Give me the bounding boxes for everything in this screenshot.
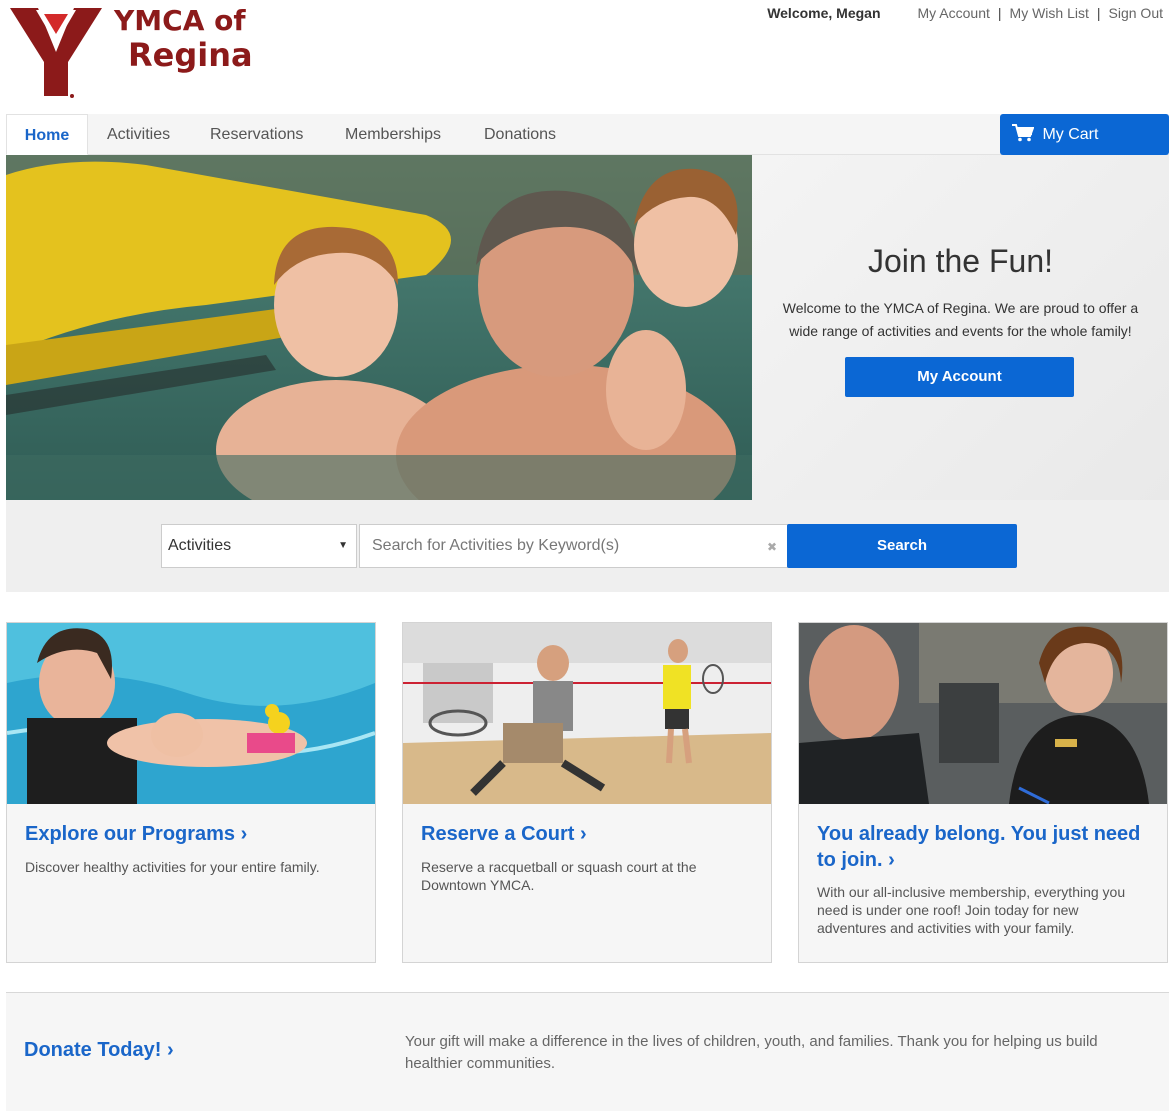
wish-list-link[interactable]: My Wish List: [1010, 5, 1089, 21]
card-description: Discover healthy activities for your ent…: [25, 859, 320, 875]
card-description: With our all-inclusive membership, every…: [817, 884, 1126, 936]
membership-card[interactable]: You already belong. You just need to joi…: [798, 622, 1168, 963]
donate-section: Donate Today! › Your gift will make a di…: [6, 993, 1169, 1111]
swim-lesson-image: [7, 623, 375, 804]
search-input[interactable]: Search for Activities by Keyword(s) ✖: [359, 524, 788, 568]
logo-line1: YMCA of: [114, 4, 246, 37]
chevron-right-icon: ›: [579, 823, 587, 845]
membership-image: [799, 623, 1167, 804]
hero-title: Join the Fun!: [868, 243, 1053, 279]
search-category-select[interactable]: Activities ▼: [161, 524, 357, 568]
tab-activities[interactable]: Activities: [107, 114, 170, 155]
hero-description: Welcome to the YMCA of Regina. We are pr…: [782, 300, 1139, 339]
programs-card[interactable]: Explore our Programs › Discover healthy …: [6, 622, 376, 963]
court-card[interactable]: Reserve a Court › Reserve a racquetball …: [402, 622, 772, 963]
court-title: Reserve a Court: [421, 823, 575, 845]
ymca-logo[interactable]: YMCA of Regina: [10, 4, 253, 100]
hero-image: [6, 155, 752, 500]
select-value: Activities: [168, 537, 232, 554]
card-title[interactable]: Explore our Programs ›: [25, 821, 355, 847]
my-cart-button[interactable]: My Cart: [1000, 114, 1169, 155]
chevron-right-icon: ›: [166, 1039, 174, 1061]
my-account-button[interactable]: My Account: [845, 357, 1074, 397]
main-nav: Home Activities Reservations Memberships…: [6, 114, 1169, 155]
logo-line2: Regina: [128, 36, 253, 74]
search-placeholder: Search for Activities by Keyword(s): [372, 537, 620, 554]
link-separator: |: [997, 5, 1002, 21]
ymca-y-icon: [10, 8, 102, 98]
account-links: Welcome, Megan My Account | My Wish List…: [767, 5, 1163, 21]
membership-title: You already belong. You just need to joi…: [817, 823, 1141, 871]
squash-court-image: [403, 623, 771, 804]
search-bar: Activities ▼ Search for Activities by Ke…: [6, 500, 1169, 592]
cart-label: My Cart: [1042, 126, 1099, 143]
donate-link[interactable]: Donate Today! ›: [24, 1039, 174, 1062]
tab-donations[interactable]: Donations: [484, 114, 556, 155]
chevron-right-icon: ›: [240, 823, 248, 845]
welcome-message: Welcome, Megan: [767, 5, 881, 21]
link-separator: |: [1096, 5, 1101, 21]
logo-wordmark: YMCA of Regina: [114, 4, 253, 72]
sign-out-link[interactable]: Sign Out: [1109, 5, 1163, 21]
card-description: Reserve a racquetball or squash court at…: [421, 859, 697, 893]
programs-title: Explore our Programs: [25, 823, 236, 845]
tab-home[interactable]: Home: [6, 114, 88, 155]
clear-icon[interactable]: ✖: [767, 526, 777, 568]
hero-panel: Join the Fun! Welcome to the YMCA of Reg…: [752, 155, 1169, 500]
chevron-right-icon: ›: [888, 849, 895, 871]
chevron-down-icon: ▼: [338, 540, 348, 551]
donate-description: Your gift will make a difference in the …: [405, 1033, 1098, 1072]
my-account-link[interactable]: My Account: [918, 5, 990, 21]
card-title[interactable]: You already belong. You just need to joi…: [817, 821, 1147, 873]
site-header: YMCA of Regina Welcome, Megan My Account…: [0, 0, 1169, 112]
tab-reservations[interactable]: Reservations: [210, 114, 303, 155]
tab-memberships[interactable]: Memberships: [345, 114, 441, 155]
cart-icon: [1012, 124, 1035, 142]
card-title[interactable]: Reserve a Court ›: [421, 821, 751, 847]
donate-title: Donate Today!: [24, 1039, 162, 1061]
search-button[interactable]: Search: [787, 524, 1017, 568]
